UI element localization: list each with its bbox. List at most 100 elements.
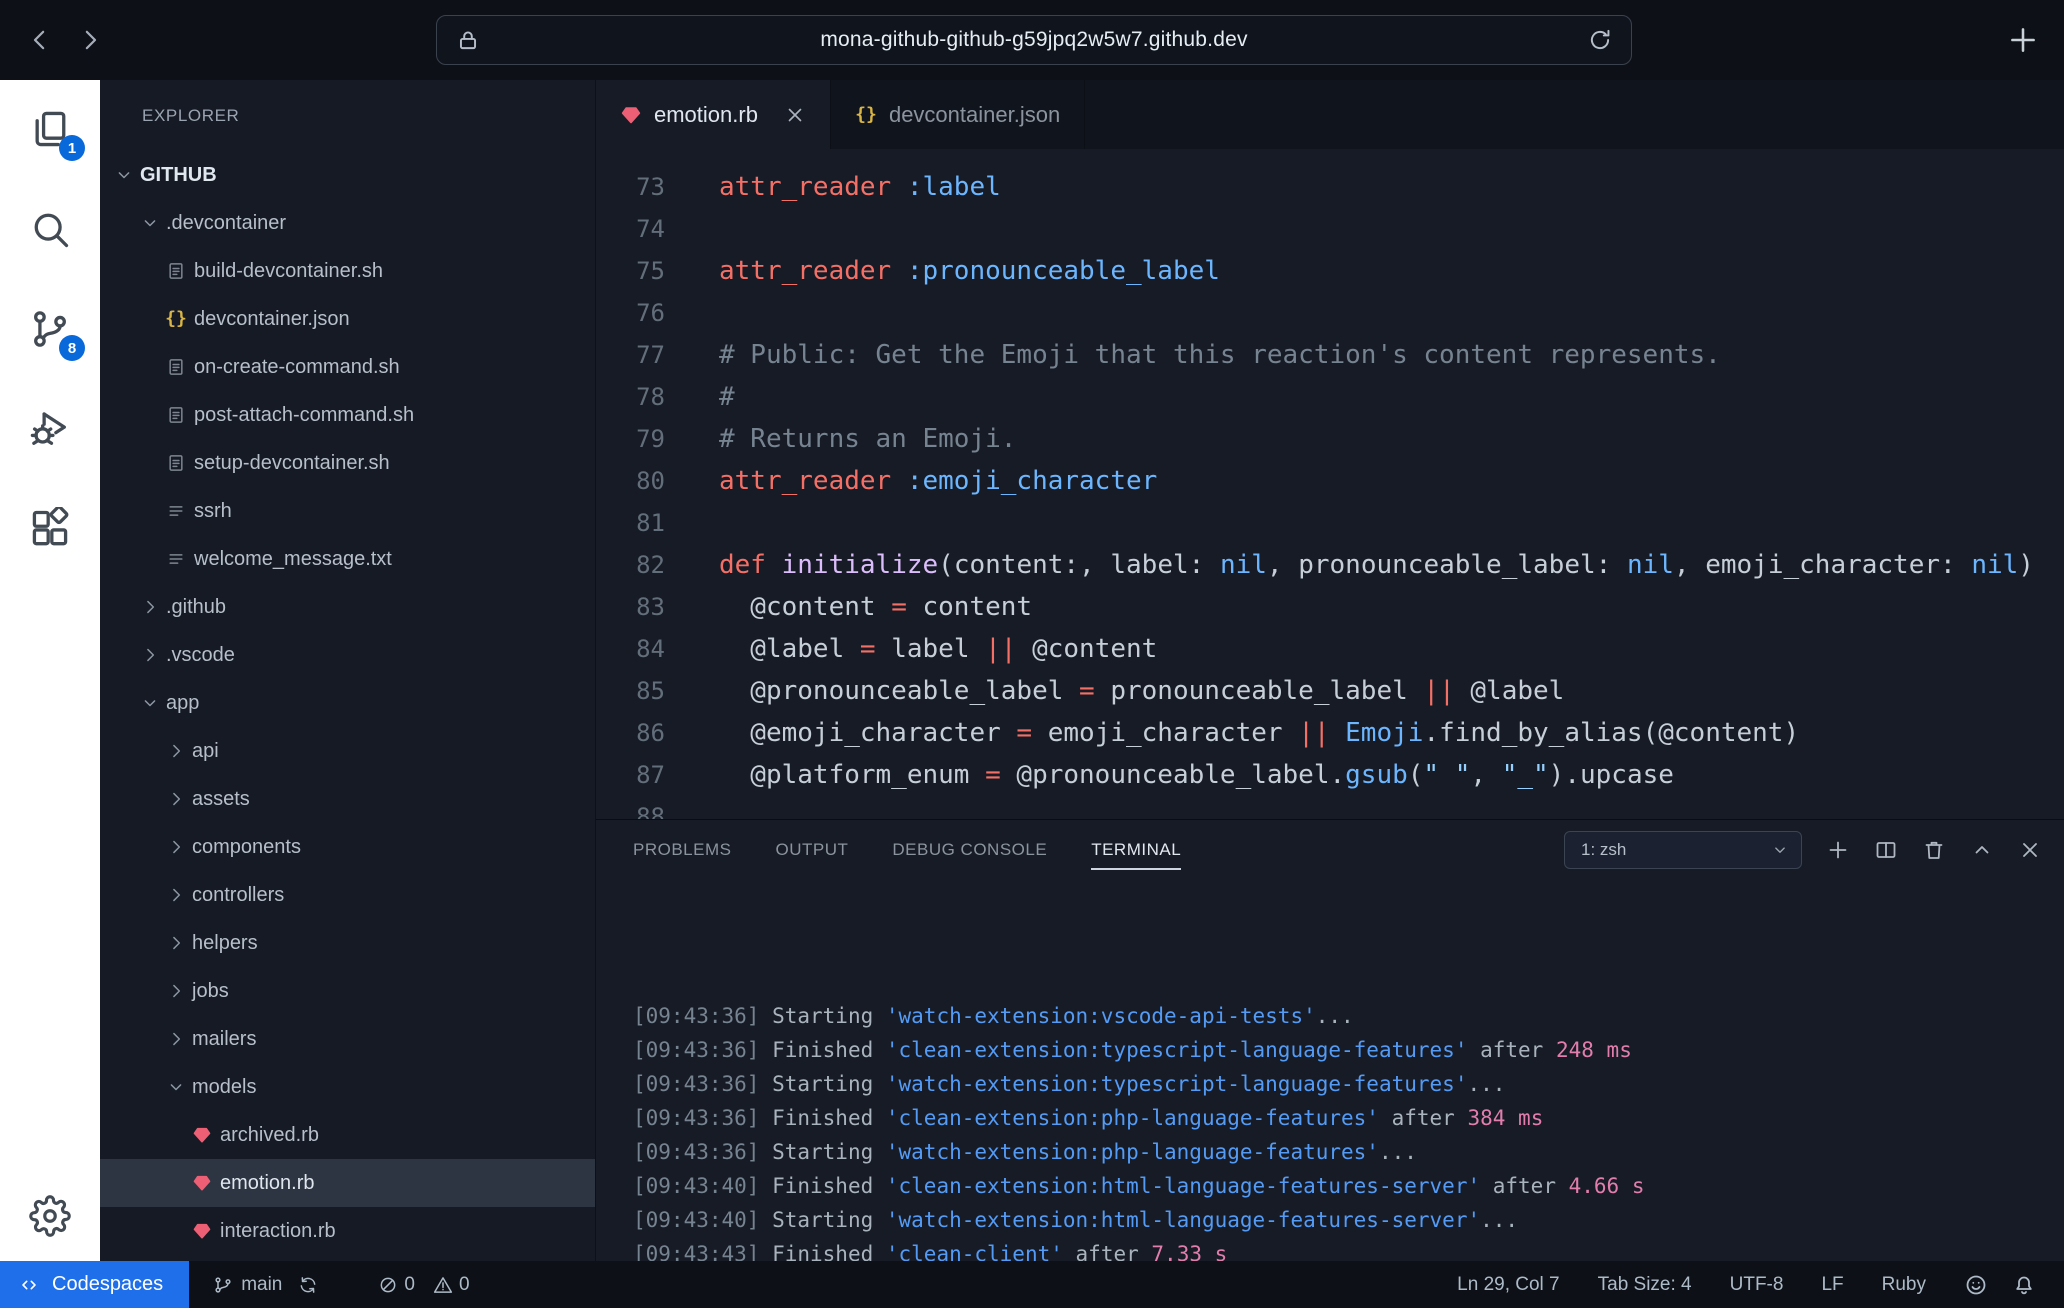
code-line-79: 79# Returns an Emoji. <box>596 418 2064 460</box>
sync-button[interactable] <box>298 1275 318 1295</box>
code-line-88: 88 <box>596 796 2064 819</box>
new-terminal-plus-icon[interactable] <box>1826 838 1850 862</box>
tree-item-interaction.rb[interactable]: interaction.rb <box>100 1207 595 1255</box>
chevron-up-icon[interactable] <box>1970 838 1994 862</box>
search-icon <box>28 207 72 251</box>
address-bar[interactable]: mona-github-github-g59jpq2w5w7.github.de… <box>436 15 1632 65</box>
tree-item-.vscode[interactable]: .vscode <box>100 631 595 679</box>
tree-item-mailers[interactable]: mailers <box>100 1015 595 1063</box>
tree-item-welcome_message.txt[interactable]: welcome_message.txt <box>100 535 595 583</box>
terminal-line: [09:43:36] Starting 'watch-extension:php… <box>633 1135 2064 1169</box>
activity-explorer-button[interactable]: 1 <box>0 106 100 152</box>
code-line-84: 84 @label = label || @content <box>596 628 2064 670</box>
status-bar: Codespaces main 0 0 Ln 29, Col 7 Tab Size… <box>0 1261 2064 1308</box>
line-number: 86 <box>596 712 665 754</box>
activity-run-debug-button[interactable] <box>0 406 100 452</box>
tree-item-.devcontainer[interactable]: .devcontainer <box>100 199 595 247</box>
panel-tab-problems[interactable]: PROBLEMS <box>633 834 731 866</box>
codespaces-window: mona-github-github-g59jpq2w5w7.github.de… <box>0 0 2064 1308</box>
shell-file-icon <box>166 405 186 425</box>
tree-root-github[interactable]: GITHUB <box>100 151 595 199</box>
lock-icon <box>455 27 481 53</box>
split-terminal-icon[interactable] <box>1874 838 1898 862</box>
close-icon[interactable] <box>784 104 806 126</box>
error-icon <box>378 1275 398 1295</box>
tree-item-post-attach-command.sh[interactable]: post-attach-command.sh <box>100 391 595 439</box>
line-number: 81 <box>596 502 665 544</box>
error-count: 0 <box>404 1274 415 1296</box>
browser-back-button[interactable] <box>18 18 62 62</box>
codespaces-icon <box>18 1274 40 1296</box>
settings-button[interactable] <box>0 1193 100 1239</box>
tab-emotion-rb[interactable]: emotion.rb <box>596 80 831 149</box>
notifications-bell-icon[interactable] <box>2012 1273 2036 1297</box>
shell-file-icon <box>166 261 186 281</box>
tree-item-components[interactable]: components <box>100 823 595 871</box>
code-line-75: 75attr_reader :pronounceable_label <box>596 250 2064 292</box>
close-panel-icon[interactable] <box>2018 838 2042 862</box>
tree-item-label: post-attach-command.sh <box>194 404 414 427</box>
tree-item-label: app <box>166 692 199 715</box>
status-item-utf-8[interactable]: UTF-8 <box>1730 1274 1784 1296</box>
branch-indicator[interactable]: main <box>213 1274 282 1296</box>
tree-item-jobs[interactable]: jobs <box>100 967 595 1015</box>
tree-item-assets[interactable]: assets <box>100 775 595 823</box>
panel-tab-debug-console[interactable]: DEBUG CONSOLE <box>892 834 1047 866</box>
code-editor[interactable]: 73attr_reader :label7475attr_reader :pro… <box>596 149 2064 819</box>
tree-item-models[interactable]: models <box>100 1063 595 1111</box>
status-item-tab-size-4[interactable]: Tab Size: 4 <box>1598 1274 1692 1296</box>
activity-source-control-button[interactable]: 8 <box>0 306 100 352</box>
activity-bar: 1 8 <box>0 80 100 1261</box>
ruby-file-icon <box>192 1173 212 1193</box>
panel-tab-terminal[interactable]: TERMINAL <box>1091 834 1181 866</box>
code-text: # <box>665 376 735 418</box>
tree-item-.github[interactable]: .github <box>100 583 595 631</box>
terminal-output[interactable]: [09:43:36] Starting 'watch-extension:vsc… <box>596 879 2064 1261</box>
tree-item-label: controllers <box>192 884 284 907</box>
branch-name: main <box>241 1274 282 1296</box>
git-branch-icon <box>213 1275 233 1295</box>
code-line-74: 74 <box>596 208 2064 250</box>
tree-item-archived.rb[interactable]: archived.rb <box>100 1111 595 1159</box>
tree-item-controllers[interactable]: controllers <box>100 871 595 919</box>
line-number: 73 <box>596 166 665 208</box>
tree-item-emotion.rb[interactable]: emotion.rb <box>100 1159 595 1207</box>
refresh-icon[interactable] <box>1587 27 1613 53</box>
code-text: @platform_enum = @pronounceable_label.gs… <box>665 754 1674 796</box>
chevron-right-icon <box>166 981 186 1001</box>
json-file-icon: {} <box>166 309 186 329</box>
tree-item-label: build-devcontainer.sh <box>194 260 383 283</box>
status-item-ruby[interactable]: Ruby <box>1882 1274 1926 1296</box>
browser-toolbar: mona-github-github-g59jpq2w5w7.github.de… <box>0 0 2064 80</box>
tree-item-label: interaction.rb <box>220 1220 336 1243</box>
status-item-lf[interactable]: LF <box>1821 1274 1843 1296</box>
panel-tab-output[interactable]: OUTPUT <box>775 834 848 866</box>
tab-devcontainer-json[interactable]: {} devcontainer.json <box>831 80 1085 149</box>
status-item-ln-29-col-7[interactable]: Ln 29, Col 7 <box>1457 1274 1559 1296</box>
tree-item-helpers[interactable]: helpers <box>100 919 595 967</box>
code-text: attr_reader :label <box>665 166 1001 208</box>
new-tab-button[interactable] <box>2006 23 2040 57</box>
tree-item-devcontainer.json[interactable]: {}devcontainer.json <box>100 295 595 343</box>
code-line-85: 85 @pronounceable_label = pronounceable_… <box>596 670 2064 712</box>
line-number: 82 <box>596 544 665 586</box>
tree-item-build-devcontainer.sh[interactable]: build-devcontainer.sh <box>100 247 595 295</box>
browser-forward-button[interactable] <box>68 18 112 62</box>
tree-item-on-create-command.sh[interactable]: on-create-command.sh <box>100 343 595 391</box>
chevron-left-icon <box>25 25 55 55</box>
explorer-sidebar: EXPLORER GITHUB .devcontainerbuild-devco… <box>100 80 596 1261</box>
tree-item-app[interactable]: app <box>100 679 595 727</box>
feedback-smiley-icon[interactable] <box>1964 1273 1988 1297</box>
chevron-right-icon <box>166 741 186 761</box>
terminal-shell-select[interactable]: 1: zsh <box>1564 831 1802 869</box>
tree-item-ssrh[interactable]: ssrh <box>100 487 595 535</box>
tree-item-api[interactable]: api <box>100 727 595 775</box>
panel-tabs: PROBLEMS OUTPUT DEBUG CONSOLE TERMINAL <box>633 834 1181 866</box>
trash-icon[interactable] <box>1922 838 1946 862</box>
activity-search-button[interactable] <box>0 206 100 252</box>
tree-item-setup-devcontainer.sh[interactable]: setup-devcontainer.sh <box>100 439 595 487</box>
problems-indicator[interactable]: 0 0 <box>378 1274 481 1296</box>
chevron-down-icon <box>140 213 160 233</box>
codespaces-status-button[interactable]: Codespaces <box>0 1261 189 1308</box>
activity-extensions-button[interactable] <box>0 506 100 552</box>
